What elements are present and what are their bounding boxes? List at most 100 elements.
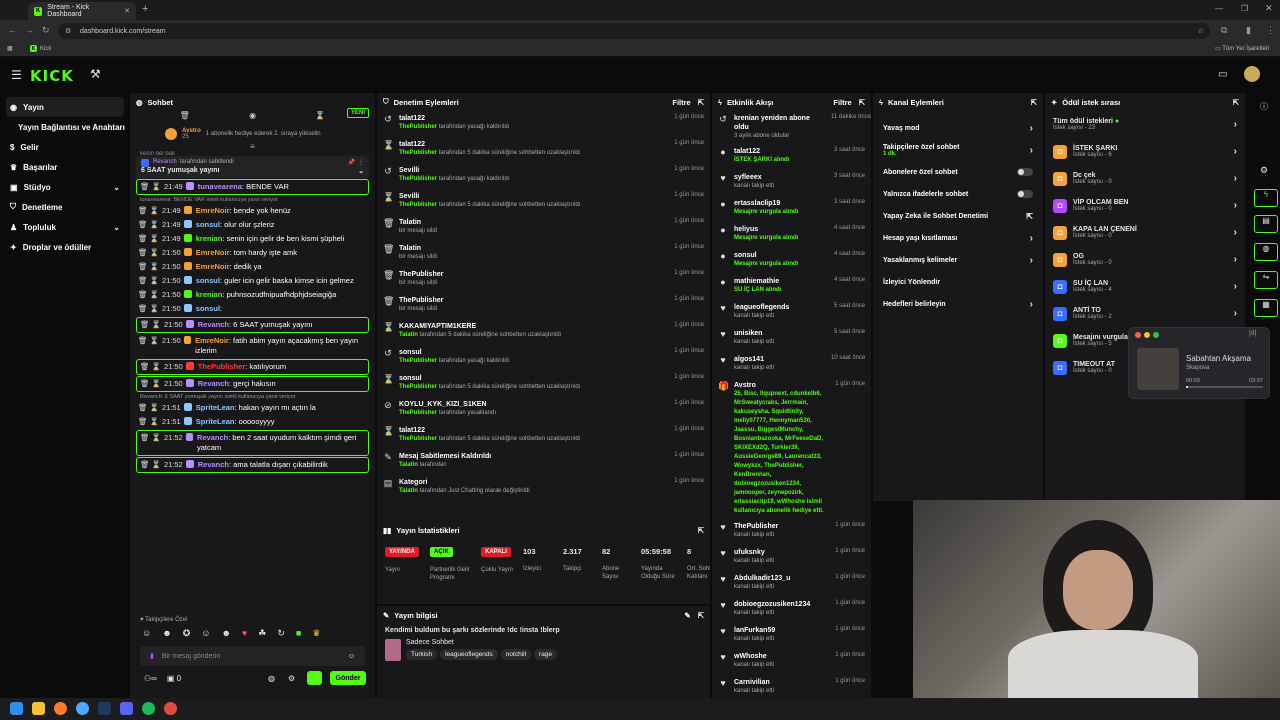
channel-action-row[interactable]: Hesap yaşı kısıtlaması › [873,227,1043,249]
mod-actions-icon[interactable]: 🗑 ⌛ [140,433,161,443]
extensions-icon[interactable]: ⧉ [1221,25,1227,36]
chat-message[interactable]: 🗑 ⌛ 21:51 SpriteLean: oooooyyyy [130,415,375,429]
new-button[interactable]: YENİ [346,108,369,118]
reward-row[interactable]: ◘ VİP OLCAM BEN İstek sayısı - 0 › [1045,192,1245,219]
moderation-row[interactable]: 🗑 Talatin bir mesajı sildi 1 gün önce [377,215,710,241]
zoom-dot[interactable] [1153,332,1159,338]
spotify-icon[interactable] [142,702,155,715]
emote-icon[interactable]: ☺ [142,628,151,639]
bookmark-star-icon[interactable]: ☆ [1198,27,1204,35]
chat-settings-icon[interactable]: ◍ [268,674,275,683]
moderation-row[interactable]: ⌛ talat122 ThePublisher tarafından 5 dakik… [377,423,710,449]
popout-icon[interactable]: ⇱ [859,98,865,107]
chat-message[interactable]: 🗑 ⌛ 21:52 Revanch: ama talatla dışarı çık… [136,457,369,473]
sidebar-item-basarilar[interactable]: ♛ Başarılar [0,157,130,177]
sidebar-item-studyo[interactable]: ▣ Stüdyo ⌄ [0,177,130,197]
chevron-down-icon[interactable]: ⌄ [358,167,364,175]
moderation-row[interactable]: ↺ Sevilli ThePublisher tarafından yasağı k… [377,163,710,189]
moderation-row[interactable]: ↺ talat122 ThePublisher tarafından yasağı … [377,111,710,137]
message-username[interactable]: tunavearena [198,182,242,191]
sidebar-item-topluluk[interactable]: ♟ Topluluk ⌄ [0,217,130,237]
emote-icon[interactable]: ♥ [242,628,247,639]
emote-icon[interactable]: ☻ [162,628,171,639]
rail-bolt-button[interactable]: ϟ [1254,189,1278,207]
chat-message[interactable]: 🗑 ⌛ 21:50 sonsul: [130,302,375,316]
reward-row[interactable]: ◘ ANTİ TO İstek sayısı - 2 › [1045,300,1245,327]
more-icon[interactable]: ⋮ [358,159,364,167]
mod-actions-icon[interactable]: 🗑 ⌛ [140,362,161,372]
channel-action-row[interactable]: Yalnızca ifadelerle sohbet [873,183,1043,205]
mod-actions-icon[interactable]: 🗑 ⌛ [138,220,159,230]
close-tab-icon[interactable]: ✕ [124,7,130,15]
rail-chat-button[interactable]: ◍ [1254,243,1278,261]
chat-message[interactable]: 🗑 ⌛ 21:50 EmreNoir: tom hardy işte amk [130,246,375,260]
moderation-row[interactable]: ✎ Mesaj Sabitlemesi Kaldırıldı Talatin tar… [377,449,710,475]
chat-message[interactable]: 🗑 ⌛ 21:50 Revanch: 6 SAAT yumuşak yayını [136,317,369,333]
back-icon[interactable]: ← [8,25,17,35]
activity-row[interactable]: ● mathiemathie SU İÇ LAN alındı 4 saat önce [712,274,871,300]
message-username[interactable]: EmreNoir [195,336,229,345]
moderation-row[interactable]: ⌛ KAKAMIYAPTIM1KERE Talatin tarafından 5 d… [377,319,710,345]
chat-message[interactable]: 🗑 ⌛ 21:50 krenian: puhnsozudfnipuafhdphjd… [130,288,375,302]
popout-icon[interactable]: ⇱ [698,611,704,620]
reward-row[interactable]: ◘ OG İstek sayısı - 0 › [1045,246,1245,273]
rail-link-button[interactable]: ⇋ [1254,271,1278,289]
mod-actions-icon[interactable]: 🗑 ⌛ [138,336,159,346]
edit-icon[interactable]: ✎ [684,611,690,620]
stream-tag[interactable]: rage [534,649,558,660]
viewers-icon[interactable]: ▣ 0 [167,674,181,683]
activity-row[interactable]: ♥ Carnivilian kanalı takip etti 1 gün önce [712,675,871,698]
emote-icon[interactable]: ✪ [183,628,191,639]
chat-message[interactable]: 🗑 ⌛ 21:52 Revanch: ben 2 saat uyudum kalk… [136,430,369,456]
info-icon[interactable]: ⓘ [1260,101,1268,112]
message-username[interactable]: EmreNoir [196,248,230,257]
progress-track[interactable] [1186,386,1263,388]
message-username[interactable]: Revanch [198,320,229,329]
activity-row[interactable]: ↺ krenian yeniden abone oldu 3 aylık abone… [712,111,871,144]
chrome-icon[interactable] [76,702,89,715]
channel-action-row[interactable]: Yasaklanmış kelimeler › [873,249,1043,271]
chat-message[interactable]: 🗑 ⌛ 21:49 krenian: senin için gelir de be… [130,232,375,246]
chat-message[interactable]: 🗑 ⌛ 21:49 tunavearena: BENDE VAR [136,179,369,195]
browser-icon[interactable] [164,702,177,715]
new-tab-icon[interactable]: + [142,3,148,15]
chat-message[interactable]: 🗑 ⌛ 21:49 sonsul: olur olur şzleriz [130,218,375,232]
stream-tag[interactable]: Turkish [406,649,438,660]
activity-row[interactable]: ● talat122 İSTEK ŞARKI alındı 3 saat önce [712,144,871,170]
status-badge[interactable]: AÇIK [430,547,453,557]
mod-actions-icon[interactable]: 🗑 ⌛ [140,182,161,192]
pin-icon[interactable]: 📌 [348,159,355,167]
emote-icon[interactable]: ■ [296,628,301,639]
activity-row[interactable]: ● heliyus Mesajını vurgula alındı 4 saat ön… [712,222,871,248]
gear-icon[interactable]: ⚙ [288,674,295,683]
camera-icon[interactable]: ⚙ [1260,165,1268,176]
stream-tag[interactable]: notchill [500,649,532,660]
message-username[interactable]: sonsul [196,304,220,313]
moderation-row[interactable]: 🗑 Talatin bir mesajı sildi 1 gün önce [377,241,710,267]
reward-row[interactable]: ◘ İSTEK ŞARKI İstek sayısı - 6 › [1045,138,1245,165]
hourglass-icon[interactable]: ⌛ [315,111,325,120]
kick-logo[interactable]: KICK [30,67,74,85]
rail-doc-button[interactable]: ▤ [1254,215,1278,233]
status-badge[interactable]: KAPALI [481,547,511,557]
chat-message[interactable]: 🗑 ⌛ 21:50 EmreNoir: dedik ya [130,260,375,274]
channel-action-row[interactable]: Yavaş mod › [873,117,1043,139]
users-icon[interactable]: ⚇∞ [144,674,157,683]
popout-icon[interactable]: ⇱ [1233,98,1239,107]
status-badge[interactable]: YAYINDA [385,547,419,557]
popout-icon[interactable]: ⇱ [698,98,704,107]
reward-row[interactable]: ◘ Dc çek İstek sayısı - 0 › [1045,165,1245,192]
message-username[interactable]: EmreNoir [196,206,230,215]
stream-tag[interactable]: leagueoflegends [440,649,498,660]
message-username[interactable]: Revanch [198,460,229,469]
emoji-picker-icon[interactable]: ☺ [348,653,355,660]
chat-input[interactable]: ▮ Bir mesaj gönderin ☺ [140,646,365,666]
browser-tab[interactable]: K Stream - Kick Dashboard ✕ [28,2,136,20]
discord-icon[interactable] [120,702,133,715]
mod-actions-icon[interactable]: 🗑 ⌛ [138,262,159,272]
file-explorer-icon[interactable] [32,702,45,715]
bookmark-kick[interactable]: K Kick [30,45,51,52]
activity-row[interactable]: ♥ Abdulkadir123_u kanalı takip etti 1 gün ö… [712,571,871,597]
mod-actions-icon[interactable]: 🗑 ⌛ [138,276,159,286]
message-username[interactable]: krenian [196,290,223,299]
